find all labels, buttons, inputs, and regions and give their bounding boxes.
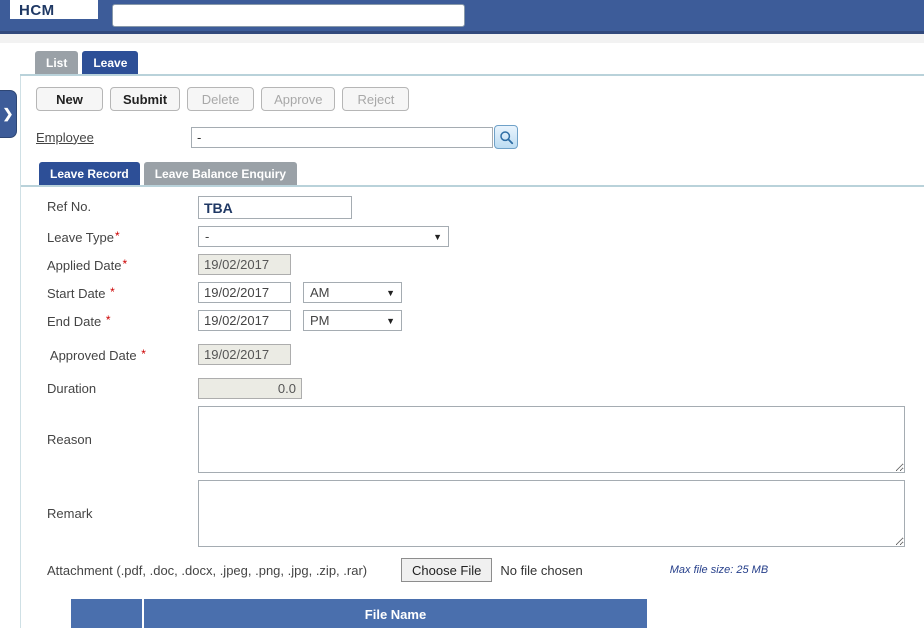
remark-row: Remark xyxy=(47,480,924,547)
required-marker: * xyxy=(122,257,128,271)
end-date-label: End Date * xyxy=(47,313,111,329)
no-file-chosen-text: No file chosen xyxy=(500,562,583,578)
choose-file-button[interactable]: Choose File xyxy=(401,558,493,582)
required-marker: * xyxy=(105,313,111,327)
duration-input xyxy=(198,378,302,399)
new-button[interactable]: New xyxy=(36,87,103,111)
dropdown-arrow-icon: ▼ xyxy=(386,315,395,326)
required-marker: * xyxy=(110,285,115,299)
remark-textarea[interactable] xyxy=(198,480,905,547)
applied-date-row: Applied Date* xyxy=(47,254,924,275)
record-tab-bar: Leave Record Leave Balance Enquiry xyxy=(21,162,924,187)
reason-textarea[interactable] xyxy=(198,406,905,473)
start-date-input[interactable] xyxy=(198,282,291,303)
attachment-table-filename-column: File Name xyxy=(364,606,427,622)
tab-leave-record[interactable]: Leave Record xyxy=(39,162,140,185)
attachment-row: Attachment (.pdf, .doc, .docx, .jpeg, .p… xyxy=(47,557,924,583)
start-period-select[interactable]: AM ▼ xyxy=(303,282,402,303)
toolbar: New Submit Delete Approve Reject xyxy=(21,76,924,111)
duration-label: Duration xyxy=(47,381,97,396)
end-period-value: PM xyxy=(310,313,330,328)
leave-type-value: - xyxy=(205,229,210,244)
approved-date-row: Approved Date * xyxy=(47,344,924,365)
max-file-size-note: Max file size: 25 MB xyxy=(669,564,769,576)
start-period-value: AM xyxy=(310,285,330,300)
attachment-label: Attachment (.pdf, .doc, .docx, .jpeg, .p… xyxy=(47,562,368,578)
leave-type-row: Leave Type* - ▼ xyxy=(47,226,924,247)
main-tab-bar: List Leave xyxy=(20,51,924,76)
duration-row: Duration xyxy=(47,378,924,399)
delete-button[interactable]: Delete xyxy=(187,87,255,111)
sidebar-expander[interactable]: ❯ xyxy=(0,90,17,138)
leave-tab-panel: New Submit Delete Approve Reject Employe… xyxy=(20,76,924,628)
leave-type-label: Leave Type* xyxy=(47,229,120,245)
applied-date-input xyxy=(198,254,291,275)
global-search-input[interactable] xyxy=(112,4,465,27)
app-header: HCM xyxy=(0,0,924,34)
reject-button[interactable]: Reject xyxy=(342,87,410,111)
approve-button[interactable]: Approve xyxy=(261,87,336,111)
start-date-label: Start Date * xyxy=(47,285,115,301)
chevron-right-icon: ❯ xyxy=(2,106,14,121)
employee-input[interactable] xyxy=(191,126,493,148)
main-panel: List Leave New Submit Delete Approve Rej… xyxy=(20,51,924,628)
approved-date-label: Approved Date * xyxy=(47,347,146,363)
end-period-select[interactable]: PM ▼ xyxy=(303,310,402,331)
end-date-input[interactable] xyxy=(198,310,291,331)
leave-type-select[interactable]: - ▼ xyxy=(198,226,449,247)
required-marker: * xyxy=(141,347,146,361)
reason-row: Reason xyxy=(47,406,924,473)
tab-leave[interactable]: Leave xyxy=(82,51,139,74)
employee-row: Employee xyxy=(21,111,924,149)
employee-label[interactable]: Employee xyxy=(36,130,191,145)
reason-label: Reason xyxy=(47,432,92,447)
end-date-row: End Date * PM ▼ xyxy=(47,310,924,331)
app-title: HCM xyxy=(19,2,55,19)
tab-list[interactable]: List xyxy=(35,51,79,74)
tab-leave-balance-enquiry[interactable]: Leave Balance Enquiry xyxy=(143,162,298,185)
employee-search-button[interactable] xyxy=(494,125,518,149)
ref-no-label: Ref No. xyxy=(47,199,92,214)
app-logo: HCM xyxy=(10,0,98,19)
ref-no-input[interactable] xyxy=(198,196,352,219)
attachment-table-header: File Name xyxy=(71,599,647,628)
start-date-row: Start Date * AM ▼ xyxy=(47,282,924,303)
remark-label: Remark xyxy=(47,506,93,521)
approved-date-input xyxy=(198,344,291,365)
submit-button[interactable]: Submit xyxy=(110,87,181,111)
search-icon xyxy=(499,130,513,144)
attachment-table-action-column xyxy=(71,599,144,628)
leave-record-form: Ref No. Leave Type* - ▼ Applied Date* St… xyxy=(21,187,924,628)
dropdown-arrow-icon: ▼ xyxy=(433,231,442,242)
subheader-strip xyxy=(0,34,924,43)
dropdown-arrow-icon: ▼ xyxy=(386,287,395,298)
ref-no-row: Ref No. xyxy=(47,196,924,219)
required-marker: * xyxy=(114,229,120,243)
applied-date-label: Applied Date* xyxy=(47,257,128,273)
